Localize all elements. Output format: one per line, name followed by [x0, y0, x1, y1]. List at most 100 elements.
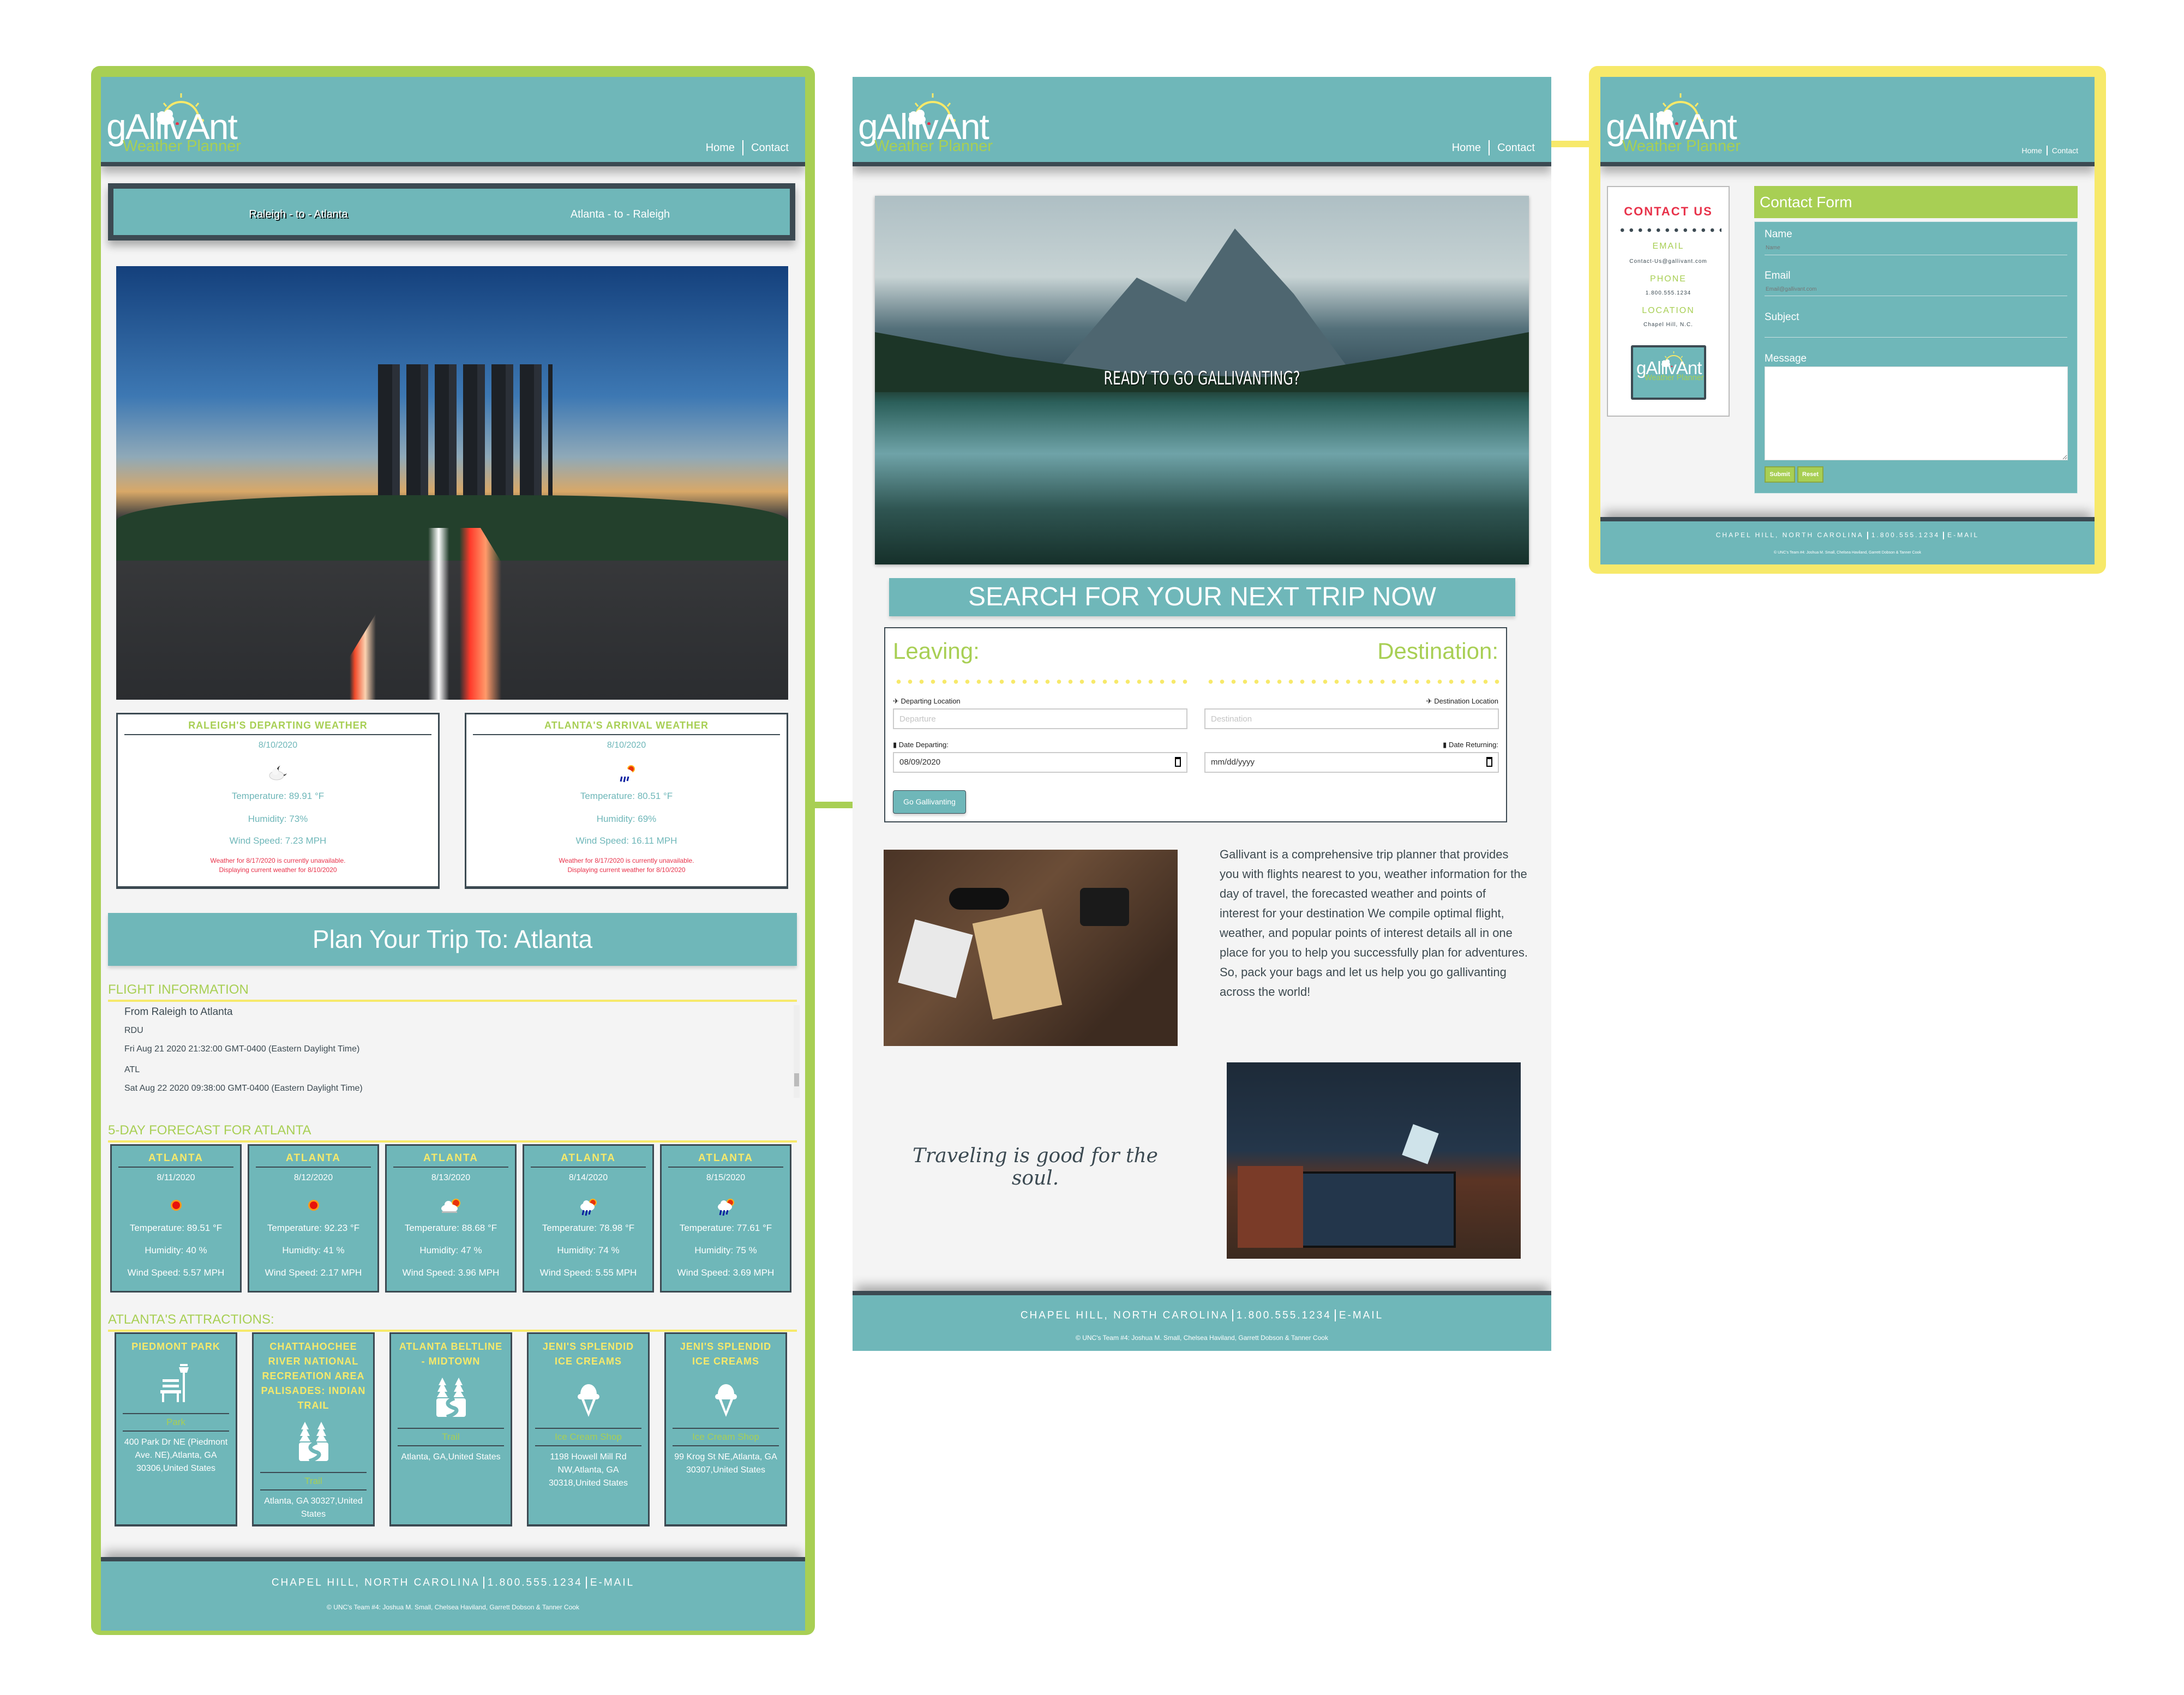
about-text: Gallivant is a comprehensive trip planne…: [1220, 848, 1528, 999]
attraction-card[interactable]: PIEDMONT PARK Park 400 Park Dr NE (Piedmon…: [115, 1332, 237, 1526]
nav-contact-link[interactable]: Contact: [1497, 142, 1535, 154]
destination-input[interactable]: [1204, 708, 1499, 729]
date-placeholder: mm/dd/yyyy: [1211, 758, 1255, 767]
date-returning-label: Date Returning:: [1448, 741, 1498, 749]
subject-input[interactable]: [1765, 324, 2068, 338]
trip-page: gAllivAnt Weather Planner Home Contact Ra…: [101, 77, 805, 1631]
calendar-picker-icon[interactable]: [1175, 757, 1181, 767]
logo-tagline: Weather Planner: [874, 137, 993, 155]
trip-search-form: Leaving: Destination: ✈ Departing Locati…: [884, 627, 1507, 822]
attraction-card[interactable]: JENI'S SPLENDID ICE CREAMS Ice Cream Shop…: [527, 1332, 650, 1526]
gallivant-logo[interactable]: gAllivAnt Weather Planner: [1606, 92, 1742, 155]
humidity: Humidity: 40 %: [145, 1245, 207, 1255]
attraction-name: PIEDMONT PARK: [131, 1341, 220, 1352]
date-returning-input[interactable]: mm/dd/yyyy: [1204, 752, 1499, 773]
footer-email-link[interactable]: E-MAIL: [1947, 531, 1979, 539]
footer-contact-line: CHAPEL HILL, NORTH CAROLINA 1.800.555.123…: [1600, 531, 2095, 540]
nav-home-link[interactable]: Home: [2021, 146, 2042, 155]
nav-divider: [2046, 146, 2048, 155]
attraction-type: Ice Cream Shop: [555, 1432, 622, 1442]
attraction-card[interactable]: ATLANTA BELTLINE - MIDTOWN Trail Atlanta, …: [389, 1332, 512, 1526]
humidity: Humidity: 47 %: [419, 1245, 482, 1255]
gallivant-logo[interactable]: gAllivAnt Weather Planner: [106, 92, 243, 155]
nav-divider: [1489, 140, 1490, 155]
footer-email-link[interactable]: E-MAIL: [590, 1577, 634, 1588]
flight-info-panel: From Raleigh to Atlanta RDU Fri Aug 21 2…: [108, 1004, 801, 1099]
wind-speed: Wind Speed: 3.96 MPH: [402, 1267, 500, 1278]
attraction-address: 99 Krog St NE,Atlanta, GA 30307,United S…: [674, 1452, 777, 1475]
footer-copyright: © UNC's Team #4: Joshua M. Small, Chelse…: [1076, 1334, 1328, 1342]
footer-phone: 1.800.555.1234: [1871, 531, 1940, 539]
plan-trip-banner: Plan Your Trip To: Atlanta: [108, 913, 797, 966]
email-value[interactable]: Contact-Us@gallivant.com: [1608, 259, 1729, 265]
footer-separator: [1334, 1309, 1336, 1322]
leaving-heading: Leaving:: [893, 638, 980, 664]
nav-home-link[interactable]: Home: [706, 142, 735, 154]
gallivant-logo[interactable]: gAllivAnt Weather Planner: [858, 92, 994, 155]
wind-speed: Wind Speed: 2.17 MPH: [265, 1267, 362, 1278]
connector-line-green: [813, 802, 854, 808]
nav-contact-link[interactable]: Contact: [2052, 146, 2078, 155]
date-departing-input[interactable]: 08/09/2020: [893, 752, 1187, 773]
weather-fallback-notice: Displaying current weather for 8/10/2020: [567, 866, 686, 874]
divider: [668, 1167, 783, 1168]
attraction-name: JENI'S SPLENDID ICE CREAMS: [680, 1341, 772, 1367]
attraction-card[interactable]: JENI'S SPLENDID ICE CREAMS Ice Cream Shop…: [664, 1332, 787, 1526]
submit-button[interactable]: Submit: [1765, 466, 1795, 483]
message-label: Message: [1765, 353, 1807, 364]
message-textarea[interactable]: [1765, 366, 2068, 460]
email-input[interactable]: [1765, 282, 2068, 296]
park-bench-icon: [122, 1363, 230, 1402]
dotted-divider: [1205, 680, 1499, 684]
flight-info-scrollbar[interactable]: [794, 1005, 800, 1098]
forecast-city: ATLANTA: [423, 1152, 478, 1164]
humidity: Humidity: 73%: [248, 814, 308, 824]
forecast-city: ATLANTA: [148, 1152, 203, 1164]
nav-divider: [742, 140, 744, 155]
departing-location-label: Departing Location: [901, 697, 961, 705]
contact-us-title: CONTACT US: [1624, 205, 1713, 218]
departure-input[interactable]: [893, 708, 1187, 729]
dotted-divider: [893, 680, 1187, 684]
reset-button[interactable]: Reset: [1797, 466, 1823, 483]
divider: [118, 1167, 233, 1168]
tab-atlanta-to-raleigh[interactable]: Atlanta - to - Raleigh: [571, 208, 670, 221]
tab-raleigh-to-atlanta[interactable]: Raleigh - to - Atlanta: [249, 208, 347, 221]
weather-card: ATLANTA'S ARRIVAL WEATHER 8/10/2020 Temper…: [465, 713, 788, 889]
departure-airport: RDU: [124, 1026, 143, 1035]
humidity: Humidity: 75 %: [694, 1245, 757, 1255]
name-input[interactable]: [1765, 241, 2068, 254]
attraction-address: 400 Park Dr NE (Piedmont Ave. NE),Atlant…: [124, 1438, 228, 1473]
nav: Home Contact: [2021, 146, 2078, 155]
divider: [108, 1000, 797, 1002]
nav-contact-link[interactable]: Contact: [751, 142, 789, 154]
footer-email-link[interactable]: E-MAIL: [1339, 1309, 1383, 1321]
gallivant-logo[interactable]: gAllivAnt Weather Planner: [1636, 351, 1704, 382]
rain-sun-icon: [579, 1198, 598, 1221]
wind-speed: Wind Speed: 7.23 MPH: [229, 836, 327, 846]
humidity: Humidity: 41 %: [282, 1245, 345, 1255]
footer-copyright: © UNC's Team #4: Joshua M. Small, Chelse…: [327, 1603, 579, 1612]
rain-sun-icon: [716, 1198, 736, 1221]
attraction-card[interactable]: CHATTAHOCHEE RIVER NATIONAL RECREATION A…: [252, 1332, 375, 1526]
contact-info-card: CONTACT US EMAIL Contact-Us@gallivant.co…: [1607, 186, 1730, 417]
attraction-type: Park: [166, 1417, 185, 1427]
footer: CHAPEL HILL, NORTH CAROLINA 1.800.555.123…: [1600, 517, 2095, 564]
footer-separator: [483, 1576, 484, 1589]
phone-value: 1.800.555.1234: [1645, 290, 1691, 296]
footer: CHAPEL HILL, NORTH CAROLINA 1.800.555.123…: [101, 1557, 805, 1631]
forecast-card: ATLANTA 8/15/2020 Temperature: 77.61 °F Hum…: [660, 1144, 791, 1293]
go-gallivanting-button[interactable]: Go Gallivanting: [893, 790, 966, 814]
date-departing-label: Date Departing:: [898, 741, 949, 749]
nav-home-link[interactable]: Home: [1452, 142, 1481, 154]
divider: [535, 1445, 641, 1446]
wind-speed: Wind Speed: 5.57 MPH: [127, 1267, 225, 1278]
rain-sun-icon: [617, 765, 637, 787]
logo-tagline: Weather Planner: [123, 137, 242, 155]
logo-tagline: Weather Planner: [1645, 373, 1704, 382]
temperature: Temperature: 89.91 °F: [231, 791, 325, 801]
travel-desk-image: [884, 850, 1178, 1046]
calendar-picker-icon[interactable]: [1486, 757, 1492, 767]
travel-quote: Traveling is good for the soul.: [913, 1145, 1158, 1189]
ice-cream-icon: [671, 1378, 780, 1417]
